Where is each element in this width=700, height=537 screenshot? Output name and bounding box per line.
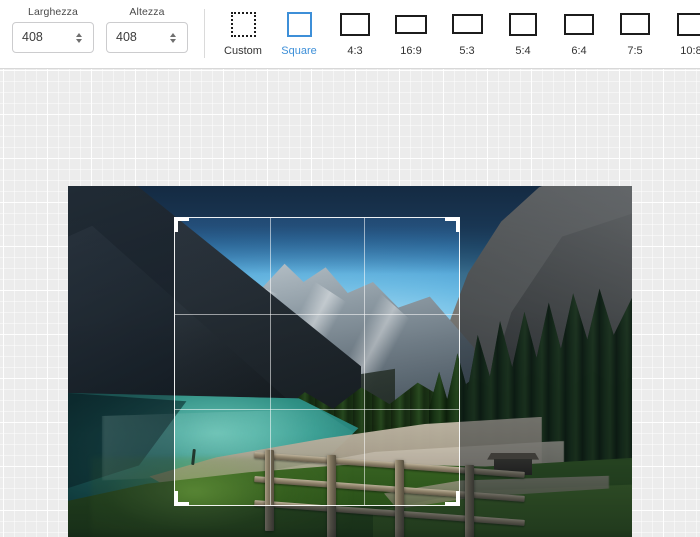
width-field-group: Larghezza [12,0,94,53]
rectangle-icon [564,13,594,35]
chevron-up-icon[interactable] [169,32,176,37]
ratio-icon-wrapper [395,7,427,41]
crop-handle-top-right[interactable] [445,217,460,232]
ratio-icon-wrapper [286,7,312,41]
ratio-icon-wrapper [230,7,256,41]
ratio-icon-wrapper [340,7,370,41]
ratio-option-4-3[interactable]: 4:3 [327,7,383,58]
fence-post [465,464,475,537]
ratio-label: Custom [224,45,262,57]
chevron-down-icon[interactable] [75,38,82,43]
chevron-down-icon[interactable] [169,38,176,43]
ratio-label: 6:4 [571,45,587,57]
ratio-label: 4:3 [347,45,363,57]
rectangle-icon [286,11,312,37]
ratio-option-6-4[interactable]: 6:4 [551,7,607,58]
dimension-fields: Larghezza Altezza [0,0,194,53]
ratio-icon-wrapper [677,7,700,41]
crop-gridline-horizontal [175,313,459,315]
rectangle-icon [509,12,537,36]
crop-toolbar: Larghezza Altezza [0,0,700,69]
width-label: Larghezza [28,6,78,18]
crop-gridline-vertical [269,218,271,505]
ratio-option-square[interactable]: Square [271,7,327,58]
width-input[interactable] [13,23,72,52]
crop-handle-bottom-left[interactable] [174,491,189,506]
ratio-option-5-4[interactable]: 5:4 [495,7,551,58]
ratio-icon-wrapper [620,7,650,41]
aspect-ratio-options: Custom Square 4:3 16:9 5:3 5:4 6:4 7:5 10:8 [215,0,700,58]
ratio-icon-wrapper [509,7,537,41]
height-input-wrapper[interactable] [106,22,188,53]
ratio-icon-wrapper [451,7,483,41]
rectangle-icon [340,12,370,36]
height-field-group: Altezza [106,0,188,53]
crop-handle-top-left[interactable] [174,217,189,232]
rectangle-icon [677,12,700,36]
rectangle-icon [230,11,256,37]
ratio-option-5-3[interactable]: 5:3 [439,7,495,58]
rectangle-icon [620,13,650,35]
bottom-vignette [68,528,632,537]
crop-handle-bottom-right[interactable] [445,491,460,506]
crop-gridline-horizontal [175,409,459,411]
crop-selection-box[interactable] [174,217,460,506]
ratio-option-10-8[interactable]: 10:8 [663,7,700,58]
ratio-option-7-5[interactable]: 7:5 [607,7,663,58]
ratio-label: 16:9 [400,45,422,57]
ratio-label: 5:4 [515,45,531,57]
toolbar-separator [204,9,205,58]
image-frame[interactable] [68,186,632,537]
ratio-label: Square [281,45,317,57]
crop-gridline-vertical [364,218,366,505]
ratio-option-custom[interactable]: Custom [215,7,271,58]
rectangle-icon [451,14,483,34]
ratio-label: 10:8 [680,45,700,57]
ratio-icon-wrapper [564,7,594,41]
image-crop-app: Larghezza Altezza [0,0,700,537]
height-stepper[interactable] [168,30,177,46]
ratio-option-16-9[interactable]: 16:9 [383,7,439,58]
ratio-label: 5:3 [459,45,475,57]
width-input-wrapper[interactable] [12,22,94,53]
ratio-label: 7:5 [627,45,643,57]
editor-canvas[interactable] [0,69,700,537]
width-stepper[interactable] [74,30,83,46]
height-label: Altezza [129,6,165,18]
height-input[interactable] [107,23,166,52]
rectangle-icon [395,14,427,34]
chevron-up-icon[interactable] [75,32,82,37]
